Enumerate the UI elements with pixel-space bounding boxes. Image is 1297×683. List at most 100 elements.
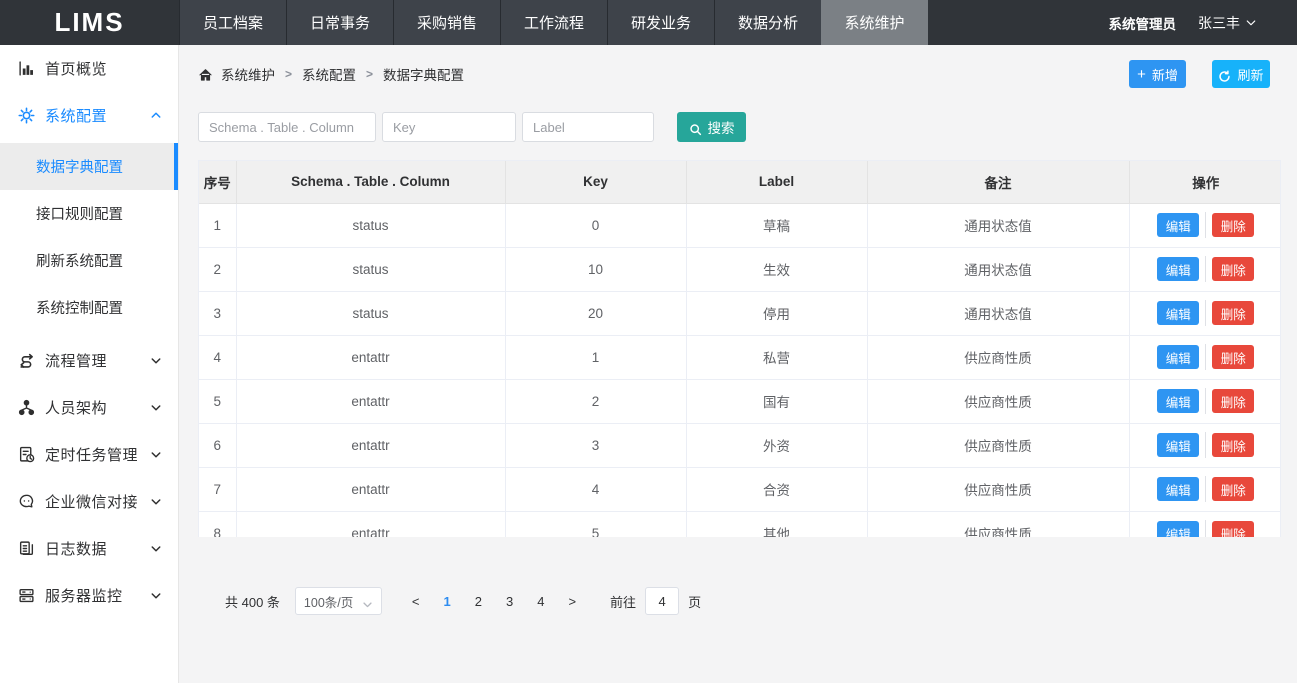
edit-button[interactable]: 编辑 (1157, 433, 1199, 457)
nav-tab-daily-affairs[interactable]: 日常事务 (286, 0, 393, 45)
action-divider (1205, 476, 1206, 502)
breadcrumb-separator: > (285, 67, 292, 81)
cell-column: entattr (236, 335, 505, 379)
refresh-button[interactable]: 刷新 (1212, 60, 1270, 88)
topbar: LIMS 员工档案 日常事务 采购销售 工作流程 研发业务 数据分析 系统维护 … (0, 0, 1297, 45)
edit-button[interactable]: 编辑 (1157, 301, 1199, 325)
goto-unit-label: 页 (688, 592, 701, 611)
breadcrumb-separator: > (366, 67, 373, 81)
schedule-icon (18, 446, 35, 463)
delete-button[interactable]: 删除 (1212, 521, 1254, 537)
nav-tab-employee-files[interactable]: 员工档案 (179, 0, 286, 45)
sidebar-item-home-overview[interactable]: 首页概览 (0, 45, 178, 92)
delete-button[interactable]: 删除 (1212, 257, 1254, 281)
action-divider (1205, 256, 1206, 282)
next-page-button[interactable]: > (556, 594, 588, 609)
home-icon (198, 66, 213, 83)
sidebar-item-log-data[interactable]: 日志数据 (0, 525, 178, 572)
sidebar-subitem-data-dictionary-config[interactable]: 数据字典配置 (0, 143, 178, 190)
sidebar-item-scheduled-task-management[interactable]: 定时任务管理 (0, 431, 178, 478)
add-button[interactable]: + 新增 (1129, 60, 1186, 88)
nav-tab-rd-business[interactable]: 研发业务 (607, 0, 714, 45)
search-button[interactable]: 搜索 (677, 112, 746, 142)
action-divider (1205, 388, 1206, 414)
sidebar-item-wechat-work-integration[interactable]: 企业微信对接 (0, 478, 178, 525)
plus-icon: + (1137, 67, 1146, 82)
cell-column: status (236, 247, 505, 291)
cell-index: 2 (199, 247, 236, 291)
label-input[interactable] (522, 112, 654, 142)
sidebar-subitem-system-control-config[interactable]: 系统控制配置 (0, 284, 178, 331)
page-actions: + 新增 刷新 (1129, 60, 1270, 88)
server-icon (18, 587, 35, 604)
table-row: 7 entattr 4 合资 供应商性质 编辑删除 (199, 467, 1281, 511)
chevron-down-icon (150, 587, 162, 604)
page-number-1[interactable]: 1 (432, 594, 463, 609)
delete-button[interactable]: 删除 (1212, 345, 1254, 369)
sidebar-item-server-monitoring[interactable]: 服务器监控 (0, 572, 178, 619)
breadcrumb-data-dictionary-config[interactable]: 数据字典配置 (383, 64, 464, 84)
action-divider (1205, 432, 1206, 458)
table-header-row: 序号 Schema . Table . Column Key Label 备注 … (199, 161, 1281, 203)
prev-page-button[interactable]: < (400, 594, 432, 609)
page-number-3[interactable]: 3 (494, 594, 525, 609)
breadcrumb-system-maintenance[interactable]: 系统维护 (221, 64, 275, 84)
sidebar-subitem-refresh-system-config[interactable]: 刷新系统配置 (0, 237, 178, 284)
user-menu[interactable]: 张三丰 (1198, 13, 1257, 33)
sidebar-item-personnel-structure[interactable]: 人员架构 (0, 384, 178, 431)
cell-remark: 供应商性质 (867, 335, 1129, 379)
nav-tab-purchase-sales[interactable]: 采购销售 (393, 0, 500, 45)
delete-button[interactable]: 删除 (1212, 389, 1254, 413)
sidebar-item-label: 人员架构 (45, 397, 107, 418)
page-number-2[interactable]: 2 (463, 594, 494, 609)
col-header-label: Label (686, 161, 867, 203)
delete-button[interactable]: 删除 (1212, 433, 1254, 457)
user-name-label: 张三丰 (1198, 13, 1240, 33)
cell-column: entattr (236, 379, 505, 423)
edit-button[interactable]: 编辑 (1157, 389, 1199, 413)
table-row: 4 entattr 1 私营 供应商性质 编辑删除 (199, 335, 1281, 379)
cell-label: 国有 (686, 379, 867, 423)
delete-button[interactable]: 删除 (1212, 477, 1254, 501)
table-row: 3 status 20 停用 通用状态值 编辑删除 (199, 291, 1281, 335)
cell-remark: 供应商性质 (867, 379, 1129, 423)
table-row: 1 status 0 草稿 通用状态值 编辑删除 (199, 203, 1281, 247)
schema-table-column-input[interactable] (198, 112, 376, 142)
nav-tab-system-maintenance[interactable]: 系统维护 (821, 0, 928, 45)
sidebar-subitem-interface-rule-config[interactable]: 接口规则配置 (0, 190, 178, 237)
col-header-index: 序号 (199, 161, 236, 203)
delete-button[interactable]: 删除 (1212, 213, 1254, 237)
cell-remark: 供应商性质 (867, 467, 1129, 511)
gear-icon (18, 107, 35, 124)
edit-button[interactable]: 编辑 (1157, 213, 1199, 237)
col-header-schema-table-column: Schema . Table . Column (236, 161, 505, 203)
key-input[interactable] (382, 112, 516, 142)
edit-button[interactable]: 编辑 (1157, 477, 1199, 501)
breadcrumb-system-config[interactable]: 系统配置 (302, 64, 356, 84)
page-size-select[interactable]: 100条/页 (295, 587, 382, 615)
nav-tab-workflow[interactable]: 工作流程 (500, 0, 607, 45)
edit-button[interactable]: 编辑 (1157, 257, 1199, 281)
cell-key: 0 (505, 203, 686, 247)
edit-button[interactable]: 编辑 (1157, 521, 1199, 537)
sidebar-item-process-management[interactable]: 流程管理 (0, 337, 178, 384)
goto-page-input[interactable] (645, 587, 679, 615)
page-number-4[interactable]: 4 (525, 594, 556, 609)
cell-index: 4 (199, 335, 236, 379)
cell-remark: 通用状态值 (867, 203, 1129, 247)
cell-index: 1 (199, 203, 236, 247)
cell-index: 5 (199, 379, 236, 423)
main-content: 系统维护 > 系统配置 > 数据字典配置 + 新增 刷新 (180, 45, 1297, 683)
data-dictionary-table: 序号 Schema . Table . Column Key Label 备注 … (198, 160, 1281, 537)
nav-tab-data-analysis[interactable]: 数据分析 (714, 0, 821, 45)
cell-label: 草稿 (686, 203, 867, 247)
top-nav: 员工档案 日常事务 采购销售 工作流程 研发业务 数据分析 系统维护 (179, 0, 928, 45)
chevron-down-icon (362, 596, 373, 607)
app-window: LIMS 员工档案 日常事务 采购销售 工作流程 研发业务 数据分析 系统维护 … (0, 0, 1297, 683)
delete-button[interactable]: 删除 (1212, 301, 1254, 325)
cell-key: 2 (505, 379, 686, 423)
action-divider (1205, 300, 1206, 326)
sidebar-item-system-config[interactable]: 系统配置 (0, 92, 178, 139)
edit-button[interactable]: 编辑 (1157, 345, 1199, 369)
cell-column: entattr (236, 423, 505, 467)
